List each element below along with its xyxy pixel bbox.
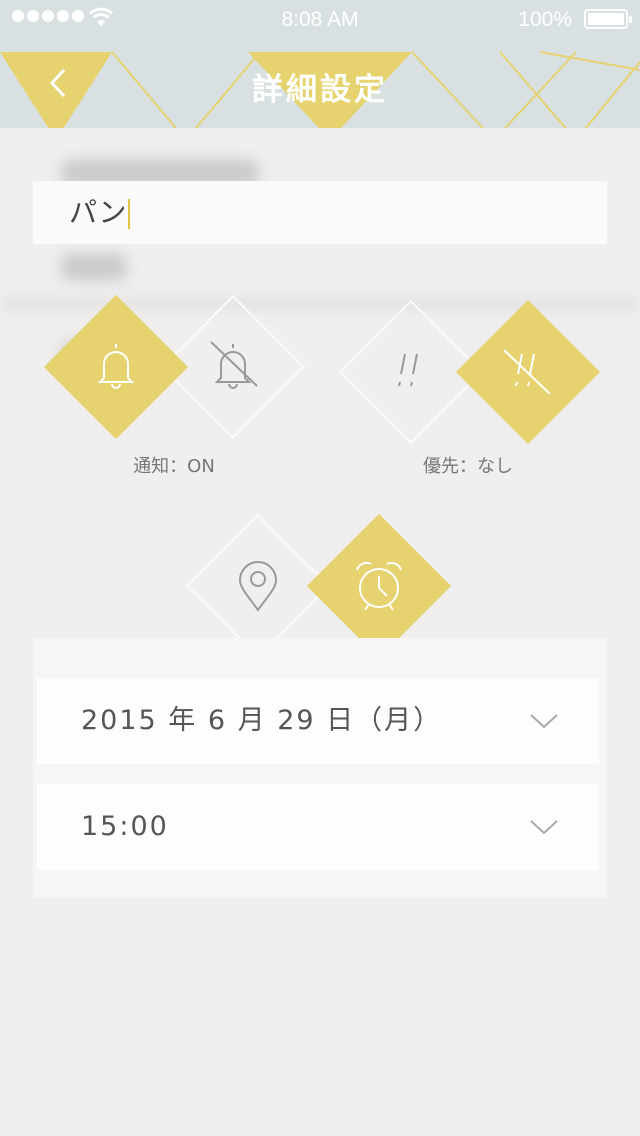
status-bar: 8:08 AM 100% bbox=[0, 0, 640, 40]
text-caret bbox=[128, 199, 131, 229]
bell-icon[interactable] bbox=[86, 336, 146, 396]
battery-percent: 100% bbox=[518, 8, 572, 31]
date-picker-row[interactable]: 2015 年 6 月 29 日（月） bbox=[37, 678, 599, 764]
chevron-down-icon[interactable] bbox=[529, 712, 559, 730]
blurred-divider bbox=[0, 300, 640, 308]
chevron-down-icon[interactable] bbox=[529, 818, 559, 836]
priority-caption: 優先：なし bbox=[423, 456, 513, 477]
priority-icon[interactable] bbox=[381, 342, 441, 402]
time-value: 15:00 bbox=[81, 811, 169, 842]
nav-bar: 詳細設定 bbox=[0, 40, 640, 128]
location-pin-icon[interactable] bbox=[228, 556, 288, 616]
alarm-clock-icon[interactable] bbox=[349, 556, 409, 616]
task-name-value: パン bbox=[69, 196, 127, 229]
notification-caption: 通知：ON bbox=[133, 456, 215, 477]
time-picker-row[interactable]: 15:00 bbox=[37, 784, 599, 870]
date-value: 2015 年 6 月 29 日（月） bbox=[81, 705, 443, 736]
priority-off-icon[interactable] bbox=[498, 342, 558, 402]
battery-icon bbox=[584, 9, 632, 29]
page-title: 詳細設定 bbox=[252, 72, 388, 108]
bell-off-icon[interactable] bbox=[203, 336, 263, 396]
task-name-input[interactable]: パン bbox=[33, 181, 607, 244]
blurred-label bbox=[62, 254, 126, 280]
